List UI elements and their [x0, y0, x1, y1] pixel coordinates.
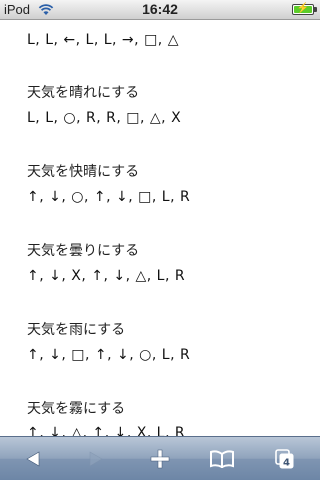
bookmarks-book-icon[interactable]: [202, 443, 242, 475]
section-title: 天気を晴れにする: [27, 85, 140, 101]
section-sequence: ↑, ↓, ○, ↑, ↓, □, L, R: [27, 189, 191, 205]
section-title: 天気を曇りにする: [27, 243, 140, 259]
section-sequence: ↑, ↓, △, ↑, ↓, X, L, R: [27, 425, 186, 436]
section-title: 天気を雨にする: [27, 322, 126, 338]
plus-icon[interactable]: [140, 443, 180, 475]
section-sequence: L, L, ○, R, R, □, △, X: [27, 110, 182, 126]
section-title: 天気を快晴にする: [27, 164, 140, 180]
status-bar: iPod 16:42 ⚡: [0, 0, 320, 20]
section-sequence: ↑, ↓, □, ↑, ↓, ○, L, R: [27, 347, 191, 363]
section-sequence: ↑, ↓, X, ↑, ↓, △, L, R: [27, 268, 186, 284]
status-time: 16:42: [142, 1, 178, 17]
forward-arrow-icon[interactable]: [76, 443, 116, 475]
battery-charging-icon: ⚡: [292, 3, 317, 15]
pages-count: 4: [283, 458, 290, 469]
section-title: 天気を霧にする: [27, 401, 126, 417]
pages-icon[interactable]: 4: [265, 443, 305, 475]
top-button-sequence: L, L, ←, L, L, →, □, △: [27, 32, 179, 48]
page-content: L, L, ←, L, L, →, □, △ 天気を晴れにする L, L, ○,…: [0, 20, 320, 436]
browser-toolbar: 4: [0, 436, 320, 480]
back-arrow-icon[interactable]: [13, 443, 53, 475]
